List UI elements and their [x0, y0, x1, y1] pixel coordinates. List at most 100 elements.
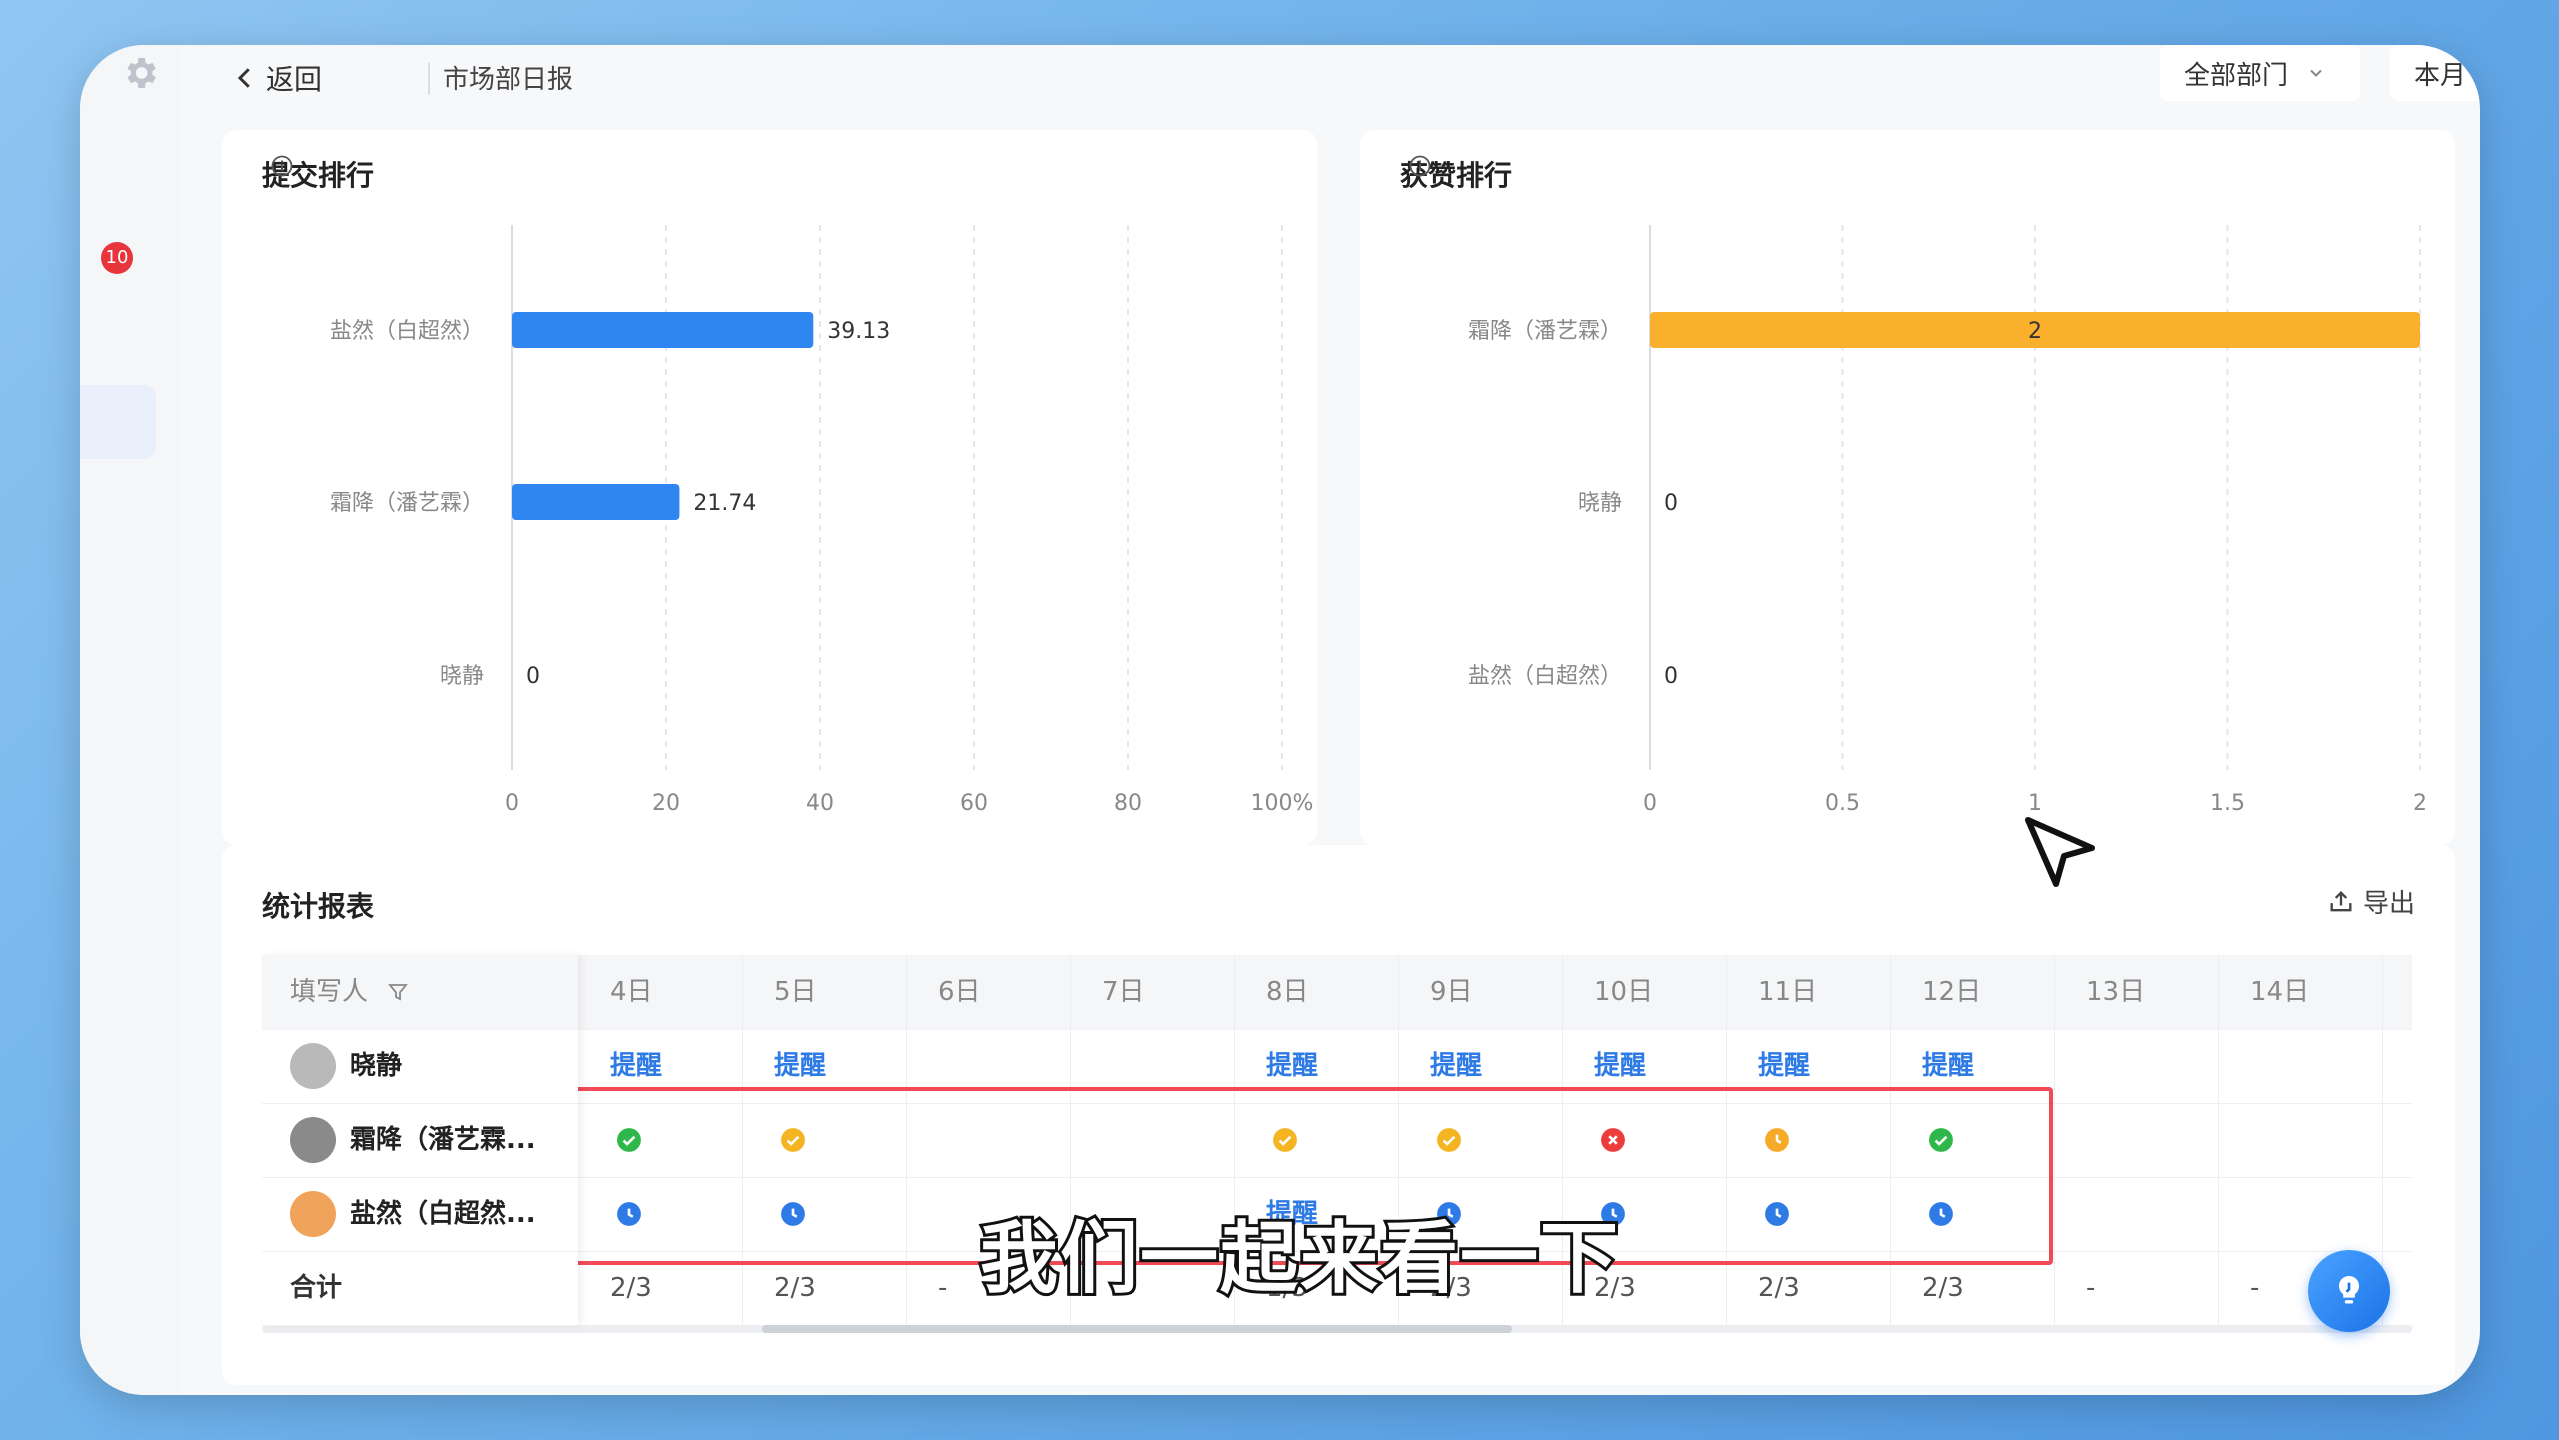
column-header-date: 11日 — [1758, 977, 1818, 1007]
export-button[interactable]: 导出 — [2327, 883, 2415, 920]
column-divider — [2054, 1251, 2055, 1325]
x-tick-label: 0.5 — [1825, 791, 1860, 816]
video-subtitle: 我们一起来看一下 — [977, 1211, 1621, 1307]
filler-name: 盐然（白超然... — [350, 1199, 536, 1229]
filler-name: 霜降（潘艺霖... — [350, 1125, 536, 1155]
category-label: 霜降（潘艺霖） — [1468, 319, 1622, 344]
filter-icon[interactable] — [386, 980, 410, 1004]
export-label: 导出 — [2362, 889, 2415, 919]
breadcrumb: 市场部日报 — [443, 65, 574, 95]
column-divider — [2382, 1103, 2383, 1177]
column-header-date: 12日 — [1922, 977, 1982, 1007]
data-label: 0 — [1664, 664, 1678, 689]
x-tick-label: 20 — [652, 791, 680, 816]
data-label: 21.74 — [693, 491, 756, 516]
x-tick-label: 0 — [1643, 791, 1657, 816]
avatar — [290, 1191, 336, 1237]
x-tick-label: 0 — [505, 791, 519, 816]
gear-icon[interactable] — [120, 53, 160, 93]
horizontal-scrollbar[interactable] — [262, 1325, 2412, 1333]
total-cell: - — [2086, 1273, 2096, 1303]
x-tick-label: 40 — [806, 791, 834, 816]
filler-header-label: 填写人 — [290, 977, 369, 1007]
avatar — [290, 1117, 336, 1163]
column-header-date: 6日 — [938, 977, 981, 1007]
filler-cell: 盐然（白超然... — [262, 1177, 578, 1252]
bar — [512, 312, 814, 348]
category-label: 晓静 — [440, 664, 484, 689]
submit-rank-chart: 0 20 40 60 80 100% 盐然（白超然） 39.13 霜降（潘艺霖） 21.74 晓静 0 — [330, 225, 1314, 816]
data-label: 0 — [1664, 491, 1678, 516]
column-divider — [2054, 955, 2055, 1029]
scrollbar-thumb[interactable] — [762, 1325, 1512, 1333]
filler-cell: 霜降（潘艺霖... — [262, 1103, 578, 1178]
data-label: 2 — [2028, 319, 2042, 344]
column-divider — [2054, 1177, 2055, 1251]
column-header-date: 8日 — [1266, 977, 1309, 1007]
data-label: 39.13 — [827, 319, 890, 344]
column-divider — [1890, 955, 1891, 1029]
x-tick-label: 60 — [960, 791, 988, 816]
chevron-down-icon — [2310, 69, 2322, 77]
bar — [512, 484, 680, 520]
lightbulb-icon — [2338, 1275, 2360, 1304]
period-select[interactable]: 本月 — [2390, 45, 2480, 101]
filler-header-cell: 填写人 — [262, 955, 578, 1030]
column-divider — [2382, 1029, 2383, 1103]
column-header-date: 14日 — [2250, 977, 2310, 1007]
column-divider — [742, 955, 743, 1029]
column-header-date: 4日 — [610, 977, 653, 1007]
column-divider — [2218, 1177, 2219, 1251]
column-divider — [1398, 955, 1399, 1029]
column-divider — [2218, 1251, 2219, 1325]
column-divider — [906, 955, 907, 1029]
notification-badge[interactable]: 10 — [101, 242, 133, 274]
back-button[interactable]: 返回 — [230, 53, 322, 103]
avatar — [290, 1043, 336, 1089]
column-header-date: 9日 — [1430, 977, 1473, 1007]
column-header-date: 7日 — [1102, 977, 1145, 1007]
column-header-date: 10日 — [1594, 977, 1654, 1007]
column-divider — [2382, 1177, 2383, 1251]
column-divider — [2054, 1029, 2055, 1103]
x-tick-label: 1.5 — [2210, 791, 2245, 816]
column-divider — [1562, 955, 1563, 1029]
x-tick-label: 100% — [1251, 791, 1314, 816]
filler-cell: 晓静 — [262, 1029, 578, 1104]
mouse-cursor-icon — [2025, 817, 2095, 887]
divider — [428, 63, 430, 95]
column-divider — [1234, 955, 1235, 1029]
category-label: 盐然（白超然） — [1468, 664, 1622, 689]
x-tick-label: 80 — [1114, 791, 1142, 816]
total-label: 合计 — [290, 1273, 343, 1303]
submit-rank-card: 提交排行 0 20 40 60 80 100% 盐然（白超然） 39.13 霜降（潘艺霖） 21.… — [222, 130, 1317, 845]
category-label: 盐然（白超然） — [330, 319, 484, 344]
filler-name: 晓静 — [350, 1051, 403, 1081]
column-header-date: 5日 — [774, 977, 817, 1007]
category-label: 霜降（潘艺霖） — [330, 491, 484, 516]
column-divider — [1726, 955, 1727, 1029]
assistant-button[interactable] — [2308, 1250, 2390, 1332]
like-rank-chart: 0 0.5 1 1.5 2霜降（潘艺霖） 2晓静 0盐然（白超然） 0 — [1468, 225, 2427, 816]
column-divider — [2218, 1029, 2219, 1103]
x-tick-label: 2 — [2413, 791, 2427, 816]
column-divider — [2054, 1103, 2055, 1177]
column-header-date: 13日 — [2086, 977, 2146, 1007]
export-icon — [2330, 890, 2352, 911]
column-divider — [2382, 955, 2383, 1029]
back-label: 返回 — [266, 63, 323, 96]
column-divider — [1070, 955, 1071, 1029]
total-cell: - — [2250, 1273, 2260, 1303]
total-label-cell: 合计 — [262, 1251, 578, 1326]
stats-title: 统计报表 — [262, 890, 375, 923]
data-label: 0 — [526, 664, 540, 689]
department-select[interactable]: 全部部门 — [2160, 45, 2360, 101]
sidebar-selected-item[interactable] — [80, 385, 156, 459]
table-header-row: 4日 5日 6日 7日 8日 9日 10日 11日 12日 13日 14日 — [262, 955, 2412, 1030]
column-divider — [2218, 1103, 2219, 1177]
category-label: 晓静 — [1578, 491, 1622, 516]
column-divider — [2218, 955, 2219, 1029]
chevron-left-icon — [237, 68, 250, 88]
department-select-value: 全部部门 — [2184, 60, 2289, 91]
sidebar: 10 — [80, 45, 180, 1395]
